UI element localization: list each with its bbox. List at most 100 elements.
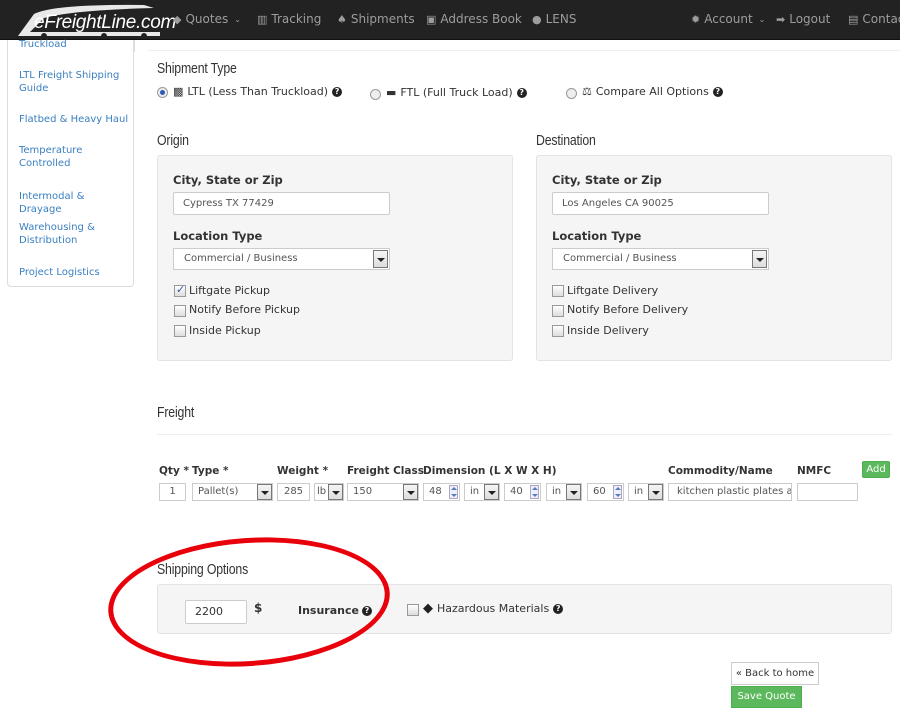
height-unit-select[interactable]: in [628,483,664,501]
divider [134,40,135,52]
efreightline-logo[interactable]: eFreightLine.com [4,2,176,38]
destination-city-label: City, State or Zip [552,173,662,187]
inside-delivery-checkbox[interactable] [552,325,564,337]
logo-text: eFreightLine.com [34,12,176,33]
spinner-icon[interactable] [530,485,539,499]
liftgate-pickup-checkbox[interactable] [174,283,186,297]
type-select[interactable]: Pallet(s) [192,483,273,501]
origin-panel: City, State or Zip Cypress TX 77429 Loca… [157,155,513,361]
origin-location-select[interactable]: Commercial / Business [173,248,390,270]
liftgate-delivery-checkbox[interactable] [552,285,564,297]
nav-shipments[interactable]: ♠ Shipments [337,12,415,26]
hazmat-checkbox[interactable] [407,604,419,616]
help-icon[interactable]: ? [332,86,343,97]
destination-city-input[interactable]: Los Angeles CA 90025 [552,192,769,215]
sidebar-item-intermodal[interactable]: Intermodal & Drayage [19,190,129,216]
chevron-down-icon: ⌄ [234,14,241,24]
nav-address-book[interactable]: ▣ Address Book [426,12,522,26]
insurance-label-text: Insurance [298,604,359,617]
compare-option-label[interactable]: ⚖ Compare All Options ? [582,85,723,98]
hazmat-label[interactable]: ◆ Hazardous Materials ? [423,601,564,616]
nav-lens-label: LENS [545,12,577,26]
chevron-down-icon[interactable] [257,484,272,500]
width-unit-select[interactable]: in [546,483,582,501]
qty-input[interactable]: 1 [159,483,186,501]
nav-lens[interactable]: ● LENS [532,12,576,26]
radio-compare[interactable] [566,88,577,99]
chevron-down-icon[interactable] [328,484,343,500]
notify-before-delivery-checkbox[interactable] [552,305,564,317]
inside-pickup-label[interactable]: Inside Pickup [189,324,261,337]
help-icon[interactable]: ? [553,603,564,614]
ftl-label-text: FTL (Full Truck Load) [400,86,513,99]
ltl-label-text: LTL (Less Than Truckload) [187,85,329,98]
chevron-down-icon[interactable] [752,250,767,268]
nav-contact-label: Contact [862,12,900,26]
save-quote-button[interactable]: Save Quote [731,686,802,708]
help-icon[interactable]: ? [516,87,527,98]
add-freight-button[interactable]: Add [862,461,890,478]
nav-logout[interactable]: ➡ Logout [776,12,830,26]
sidebar-item-flatbed[interactable]: Flatbed & Heavy Haul [19,113,129,126]
spinner-icon[interactable] [449,485,458,499]
radio-ftl[interactable] [370,89,381,100]
sidebar-item-temperature[interactable]: Temperature Controlled [19,144,129,170]
notify-before-pickup-label[interactable]: Notify Before Pickup [189,303,300,316]
ftl-option-label[interactable]: ▬ FTL (Full Truck Load) ? [386,86,527,99]
chevron-down-icon: ⌄ [758,14,766,24]
chevron-down-icon[interactable] [484,484,499,500]
nav-quotes[interactable]: ◆ Quotes ⌄ [173,12,241,26]
dimension-header: Dimension (L X W X H) [423,465,557,477]
notify-before-delivery-label[interactable]: Notify Before Delivery [567,303,688,316]
radio-ltl[interactable] [157,87,168,98]
nav-account[interactable]: ✹ Account ⌄ [691,12,765,26]
nav-logout-label: Logout [789,12,831,26]
divider [157,434,892,435]
gear-icon: ✹ [691,12,701,26]
commodity-input[interactable]: kitchen plastic plates a [668,483,792,501]
sidebar-item-ltl-guide[interactable]: LTL Freight Shipping Guide [19,69,129,95]
help-icon[interactable]: ? [361,605,372,616]
nav-tracking[interactable]: ▥ Tracking [257,12,321,26]
insurance-amount-input[interactable]: 2200 [185,600,247,624]
freight-title: Freight [157,404,195,421]
nav-contact[interactable]: ▤ Contact [848,12,900,26]
height-unit-value: in [634,486,644,497]
liftgate-pickup-label[interactable]: Liftgate Pickup [189,284,270,297]
inside-delivery-label[interactable]: Inside Delivery [567,324,649,337]
chevron-down-icon[interactable] [566,484,581,500]
sidebar-item-truckload[interactable]: Truckload [19,38,129,51]
width-input[interactable]: 40 [504,483,541,501]
divider [148,50,900,51]
chevron-down-icon[interactable] [403,484,418,500]
freight-class-select[interactable]: 150 [347,483,419,501]
notify-before-pickup-checkbox[interactable] [174,305,186,317]
ltl-option-label[interactable]: ▩ LTL (Less Than Truckload) ? [173,85,343,98]
sidebar-item-warehousing[interactable]: Warehousing & Distribution [19,221,129,247]
height-input[interactable]: 60 [587,483,624,501]
chevron-down-icon[interactable] [373,250,388,268]
destination-location-select[interactable]: Commercial / Business [552,248,769,270]
chevron-down-icon[interactable] [648,484,663,500]
inside-pickup-checkbox[interactable] [174,325,186,337]
nmfc-input[interactable] [797,483,858,501]
spinner-icon[interactable] [613,485,622,499]
length-input[interactable]: 48 [423,483,460,501]
help-icon[interactable]: ? [712,86,723,97]
liftgate-delivery-label[interactable]: Liftgate Delivery [567,284,658,297]
shipment-type-title: Shipment Type [157,60,237,77]
weight-unit-select[interactable]: lb [314,483,344,501]
nav-shipments-label: Shipments [350,12,415,26]
barcode-icon: ▥ [257,12,268,26]
origin-city-input[interactable]: Cypress TX 77429 [173,192,390,215]
nav-tracking-label: Tracking [271,12,322,26]
back-to-home-button[interactable]: « Back to home [731,662,819,685]
commodity-header: Commodity/Name [668,465,773,477]
length-unit-select[interactable]: in [464,483,500,501]
sidebar-item-project-logistics[interactable]: Project Logistics [19,266,129,279]
width-value: 40 [510,486,523,497]
nav-account-label: Account [704,12,753,26]
binoculars-icon: ♠ [337,12,347,26]
compare-label-text: Compare All Options [595,85,709,98]
weight-input[interactable]: 285 [277,483,310,501]
